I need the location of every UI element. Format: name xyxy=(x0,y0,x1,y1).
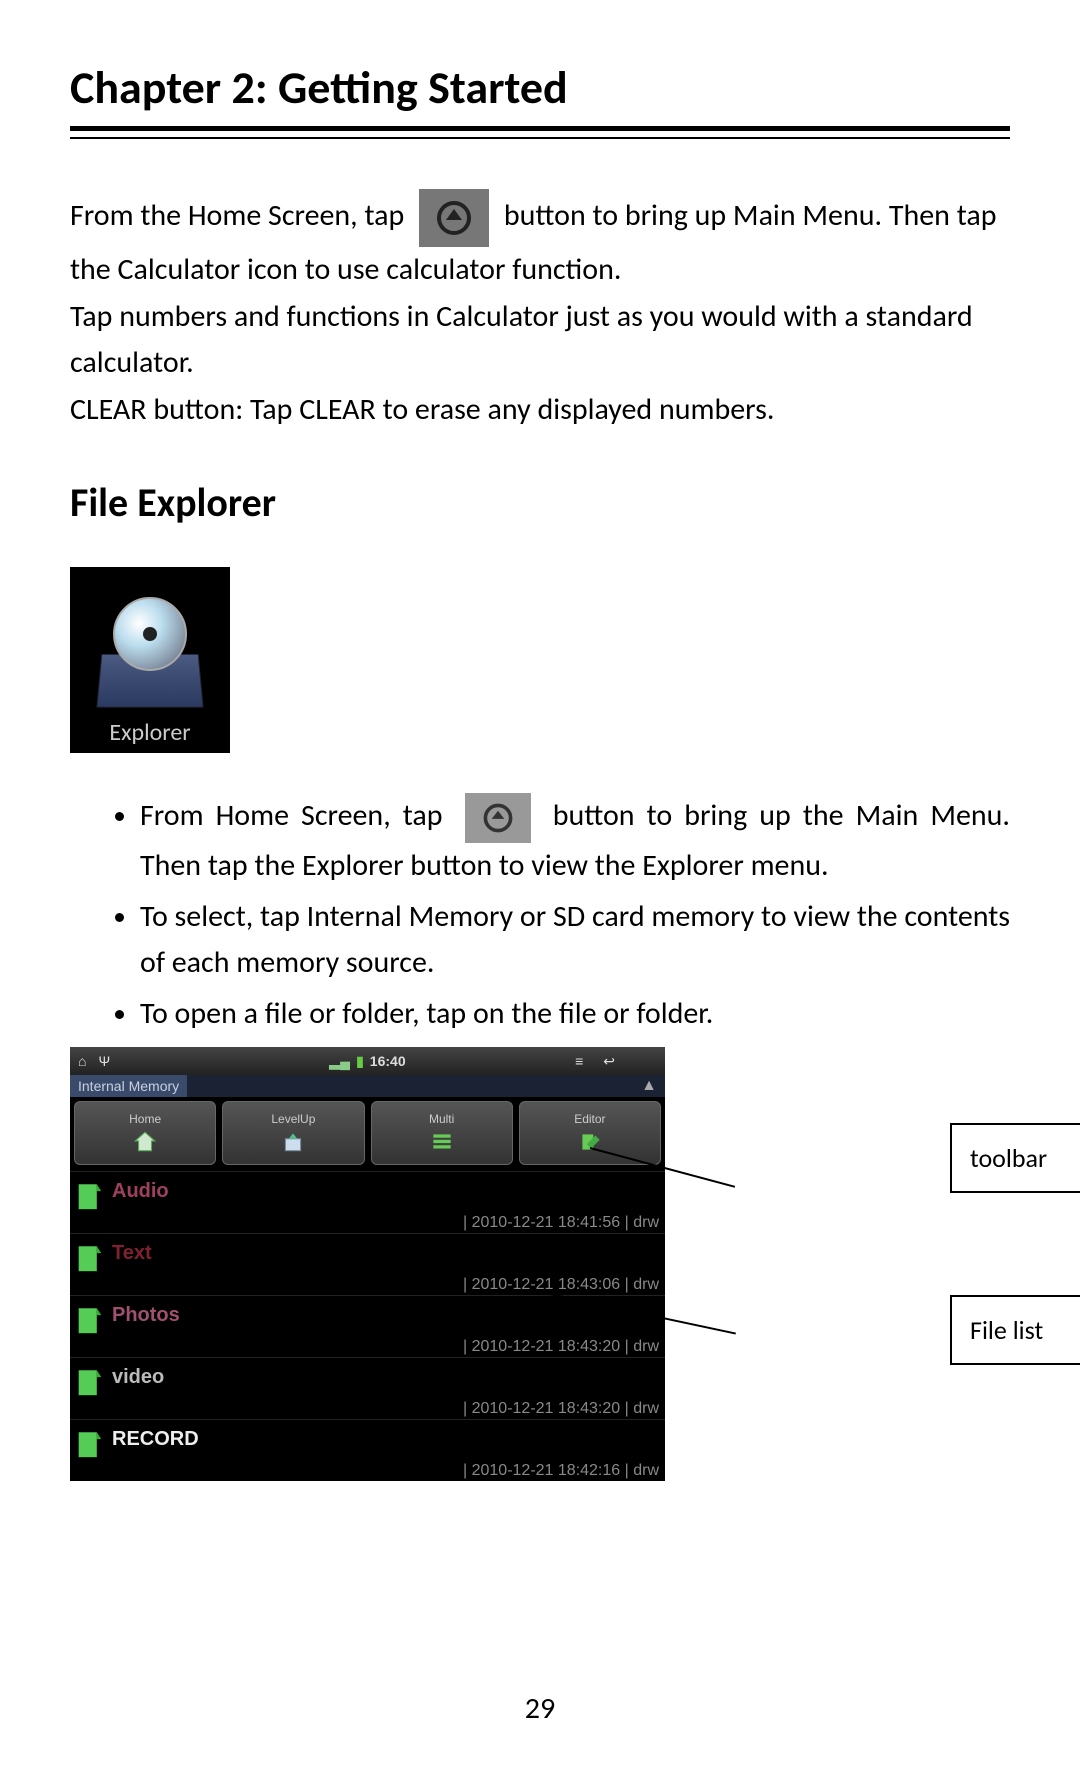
file-meta: | 2010-12-21 18:42:16 | drw xyxy=(76,1462,665,1480)
toolbar-levelup-button[interactable]: LevelUp xyxy=(222,1101,364,1165)
toolbar-editor-button[interactable]: Editor xyxy=(519,1101,661,1165)
section-title: File Explorer xyxy=(70,478,1010,527)
file-name: Audio xyxy=(112,1180,169,1203)
bullet-text: From Home Screen, tap xyxy=(140,797,443,834)
menu-up-icon xyxy=(465,793,531,843)
file-name: Photos xyxy=(112,1304,180,1327)
callout-toolbar: toolbar xyxy=(950,1123,1080,1193)
disc-icon xyxy=(113,597,187,671)
file-row[interactable]: video | 2010-12-21 18:43:20 | drw xyxy=(70,1357,665,1419)
file-name: RECORD xyxy=(112,1428,199,1451)
list-item: To open a file or folder, tap on the fil… xyxy=(140,991,1010,1038)
file-name: Text xyxy=(112,1242,152,1265)
status-right: ≡ ↩ xyxy=(575,1053,665,1070)
file-meta: | 2010-12-21 18:43:20 | drw xyxy=(76,1400,665,1418)
callout-filelist: File list xyxy=(950,1295,1080,1365)
back-icon: ↩ xyxy=(603,1053,615,1070)
scroll-up-icon: ▲ xyxy=(641,1077,657,1095)
folder-icon xyxy=(76,1244,104,1278)
intro-text: From the Home Screen, tap xyxy=(70,197,404,234)
menu-icon: ≡ xyxy=(575,1053,583,1069)
toolbar-label: Home xyxy=(129,1112,161,1126)
battery-icon: ▮ xyxy=(356,1053,364,1070)
page-number: 29 xyxy=(0,1690,1080,1727)
box-up-icon xyxy=(280,1129,306,1155)
home-icon: ⌂ xyxy=(78,1053,86,1069)
folder-icon xyxy=(76,1368,104,1402)
chapter-title: Chapter 2: Getting Started xyxy=(70,60,1010,116)
file-row[interactable]: Audio | 2010-12-21 18:41:56 | drw xyxy=(70,1171,665,1233)
callout-label: toolbar xyxy=(970,1142,1047,1174)
file-name: video xyxy=(112,1366,164,1389)
screenshot-container: ⌂ Ψ ▂▄ ▮ 16:40 ≡ ↩ Internal Memory ▲ xyxy=(70,1047,1010,1481)
status-bar: ⌂ Ψ ▂▄ ▮ 16:40 ≡ ↩ xyxy=(70,1047,665,1075)
list-item: To select, tap Internal Memory or SD car… xyxy=(140,894,1010,987)
file-row[interactable]: Text | 2010-12-21 18:43:06 | drw xyxy=(70,1233,665,1295)
status-time: 16:40 xyxy=(370,1053,406,1069)
intro-text: button to bring up Main Menu. xyxy=(504,197,882,234)
list-item: From Home Screen, tap button to bring up… xyxy=(140,793,1010,890)
menu-up-icon xyxy=(419,189,489,247)
folder-icon xyxy=(76,1306,104,1340)
file-row[interactable]: RECORD | 2010-12-21 18:42:16 | drw xyxy=(70,1419,665,1481)
toolbar-label: Editor xyxy=(574,1112,605,1126)
intro-text: CLEAR button: Tap CLEAR to erase any dis… xyxy=(70,387,1010,434)
file-row[interactable]: Photos | 2010-12-21 18:43:20 | drw xyxy=(70,1295,665,1357)
list-icon xyxy=(429,1129,455,1155)
wifi-icon: ▂▄ xyxy=(329,1053,350,1070)
folder-icon xyxy=(76,1430,104,1464)
heading-rule xyxy=(70,126,1010,139)
toolbar-home-button[interactable]: Home xyxy=(74,1101,216,1165)
usb-icon: Ψ xyxy=(98,1053,110,1069)
toolbar-label: LevelUp xyxy=(271,1112,315,1126)
explorer-screenshot: ⌂ Ψ ▂▄ ▮ 16:40 ≡ ↩ Internal Memory ▲ xyxy=(70,1047,665,1481)
status-left: ⌂ Ψ xyxy=(70,1053,110,1069)
file-list: Audio | 2010-12-21 18:41:56 | drw Text |… xyxy=(70,1171,665,1481)
breadcrumb: Internal Memory xyxy=(70,1075,187,1097)
explorer-app-icon: Explorer xyxy=(70,567,230,753)
file-meta: | 2010-12-21 18:43:20 | drw xyxy=(76,1338,665,1356)
instruction-list: From Home Screen, tap button to bring up… xyxy=(70,793,1010,1037)
intro-paragraph: From the Home Screen, tap button to brin… xyxy=(70,189,1010,433)
file-meta: | 2010-12-21 18:43:06 | drw xyxy=(76,1276,665,1294)
breadcrumb-row: Internal Memory ▲ xyxy=(70,1075,665,1097)
explorer-icon-label: Explorer xyxy=(109,718,190,747)
toolbar-label: Multi xyxy=(429,1112,454,1126)
explorer-toolbar: Home LevelUp Multi Editor xyxy=(70,1097,665,1171)
home-icon xyxy=(132,1129,158,1155)
folder-icon xyxy=(76,1182,104,1216)
callout-label: File list xyxy=(970,1314,1043,1346)
file-meta: | 2010-12-21 18:41:56 | drw xyxy=(76,1214,665,1232)
intro-text: Tap numbers and functions in Calculator … xyxy=(70,294,1010,387)
document-page: Chapter 2: Getting Started From the Home… xyxy=(0,0,1080,1767)
status-center: ▂▄ ▮ 16:40 xyxy=(329,1053,405,1070)
toolbar-multi-button[interactable]: Multi xyxy=(371,1101,513,1165)
